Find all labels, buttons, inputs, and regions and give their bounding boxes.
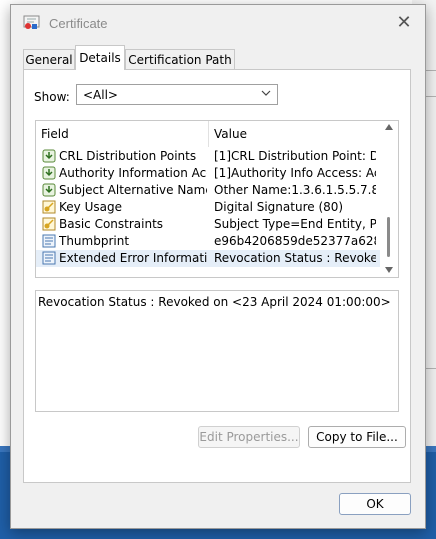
list-item-field: Basic Constraints — [59, 217, 164, 231]
list-item-field: Key Usage — [59, 200, 122, 214]
list-item-field: Subject Alternative Name — [59, 183, 207, 197]
list-item[interactable]: Extended Error Information Revocation Sta… — [36, 250, 380, 267]
tab-general[interactable]: General — [23, 49, 75, 69]
ok-button[interactable]: OK — [339, 493, 411, 515]
list-item-field: CRL Distribution Points — [59, 149, 197, 163]
vertical-scrollbar[interactable] — [380, 121, 398, 277]
edit-properties-button[interactable]: Edit Properties... — [198, 426, 300, 448]
title-bar: Certificate ✕ — [11, 5, 425, 41]
scroll-down-icon[interactable] — [385, 267, 393, 273]
fields-list[interactable]: Field Value CRL Distribution Points [1]CR… — [35, 120, 399, 278]
list-item[interactable]: Basic Constraints Subject Type=End Entity… — [36, 216, 380, 233]
list-item-value: [1]CRL Distribution Point: Distr... — [214, 149, 376, 163]
tab-details[interactable]: Details — [75, 45, 125, 70]
property-page-icon — [42, 251, 56, 265]
key-usage-icon — [42, 217, 56, 231]
cert-download-icon — [42, 166, 56, 180]
list-item[interactable]: Subject Alternative Name Other Name:1.3.6… — [36, 182, 380, 199]
list-item-field: Thumbprint — [59, 234, 130, 248]
field-value-detail[interactable]: Revocation Status : Revoked on <23 April… — [35, 290, 399, 412]
cert-download-icon — [42, 149, 56, 163]
certificate-icon — [23, 15, 40, 29]
list-item-value: Subject Type=End Entity, Pat... — [214, 217, 376, 231]
copy-to-file-button[interactable]: Copy to File... — [308, 426, 406, 448]
column-header-field[interactable]: Field — [41, 127, 69, 141]
column-header-value[interactable]: Value — [214, 127, 247, 141]
property-page-icon — [42, 234, 56, 248]
list-item-value: Other Name:1.3.6.1.5.5.7.8.... — [214, 183, 376, 197]
list-item-field: Authority Information Access — [59, 166, 207, 180]
list-item[interactable]: CRL Distribution Points [1]CRL Distributi… — [36, 148, 380, 165]
list-item-value: [1]Authority Info Access: Acc... — [214, 166, 376, 180]
list-item-value: Digital Signature (80) — [214, 200, 344, 214]
show-label: Show: — [34, 90, 70, 104]
close-button[interactable]: ✕ — [393, 13, 415, 33]
key-usage-icon — [42, 200, 56, 214]
column-divider[interactable] — [208, 121, 209, 147]
list-item-value: e96b4206859de52377a6286c... — [214, 234, 376, 248]
show-selected-value: <All> — [83, 88, 118, 102]
chevron-down-icon — [261, 90, 271, 96]
list-header: Field Value — [36, 121, 380, 147]
tab-certification-path[interactable]: Certification Path — [125, 49, 235, 69]
list-item-field: Extended Error Information — [59, 251, 207, 265]
list-item-value: Revocation Status : Revoked ... — [214, 251, 376, 265]
list-item[interactable]: Authority Information Access [1]Authority… — [36, 165, 380, 182]
list-item[interactable]: Key Usage Digital Signature (80) — [36, 199, 380, 216]
cert-download-icon — [42, 183, 56, 197]
show-dropdown[interactable]: <All> — [76, 84, 278, 105]
scrollbar-thumb[interactable] — [387, 217, 390, 257]
list-item[interactable]: Thumbprint e96b4206859de52377a6286c... — [36, 233, 380, 250]
scroll-up-icon[interactable] — [385, 124, 393, 130]
dialog-title: Certificate — [49, 16, 108, 31]
certificate-dialog: Certificate ✕ General Details Certificat… — [10, 4, 426, 529]
details-panel: Show: <All> Field Value CRL Distribution… — [23, 69, 411, 483]
field-value-text: Revocation Status : Revoked on <23 April… — [38, 295, 391, 309]
